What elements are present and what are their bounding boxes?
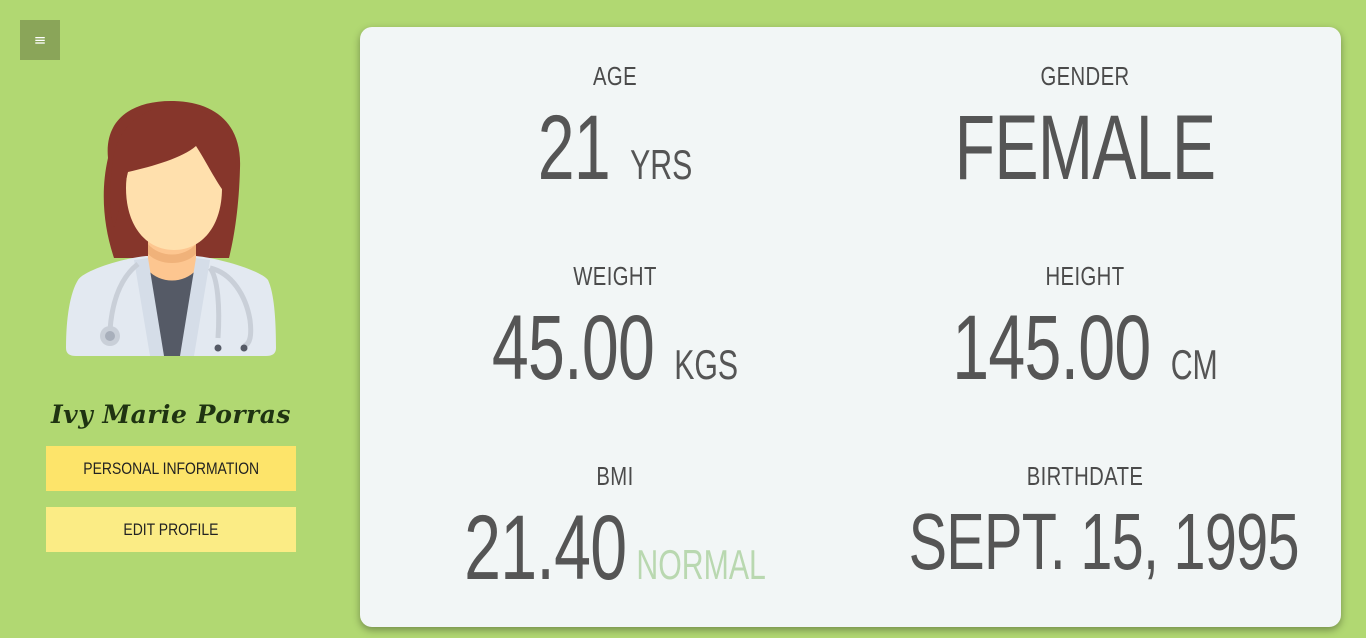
gender-stat: GENDER FEMALE bbox=[840, 61, 1330, 194]
weight-unit: KGS bbox=[674, 341, 739, 388]
menu-icon: ≡ bbox=[33, 31, 47, 49]
doctor-avatar-icon bbox=[66, 100, 276, 356]
height-value: 145.00 bbox=[952, 297, 1151, 399]
bmi-status: NORMAL bbox=[636, 541, 766, 588]
height-label: HEIGHT bbox=[1045, 261, 1125, 291]
height-stat: HEIGHT 145.00 CM bbox=[840, 261, 1330, 394]
stats-card: AGE 21 YRS GENDER FEMALE WEIGHT 45.00 KGS … bbox=[360, 27, 1341, 627]
weight-stat: WEIGHT 45.00 KGS bbox=[370, 261, 860, 394]
bmi-value: 21.40 bbox=[464, 497, 627, 599]
age-stat: AGE 21 YRS bbox=[370, 61, 860, 194]
personal-information-button[interactable]: PERSONAL INFORMATION bbox=[46, 446, 296, 491]
height-unit: CM bbox=[1170, 341, 1218, 388]
menu-button[interactable]: ≡ bbox=[20, 20, 60, 60]
personal-information-label: PERSONAL INFORMATION bbox=[83, 458, 259, 478]
edit-profile-label: EDIT PROFILE bbox=[123, 519, 219, 539]
weight-label: WEIGHT bbox=[573, 261, 657, 291]
profile-name: Ivy Marie Porras bbox=[50, 400, 292, 429]
age-label: AGE bbox=[592, 61, 637, 91]
gender-label: GENDER bbox=[1040, 61, 1130, 91]
bmi-stat: BMI 21.40 NORMAL bbox=[370, 461, 860, 594]
bmi-label: BMI bbox=[596, 461, 634, 491]
birthdate-label: BIRTHDATE bbox=[1026, 461, 1144, 491]
age-value: 21 bbox=[537, 97, 611, 199]
birthdate-stat: BIRTHDATE SEPT. 15, 1995 bbox=[840, 461, 1330, 582]
edit-profile-button[interactable]: EDIT PROFILE bbox=[46, 507, 296, 552]
age-unit: YRS bbox=[630, 141, 693, 188]
weight-value: 45.00 bbox=[491, 297, 655, 399]
gender-value: FEMALE bbox=[954, 97, 1216, 199]
birthdate-value: SEPT. 15, 1995 bbox=[908, 497, 1300, 586]
